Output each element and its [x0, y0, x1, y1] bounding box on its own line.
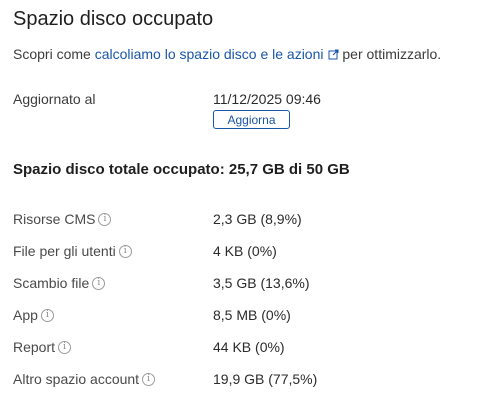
intro-after: per ottimizzarlo. — [338, 46, 442, 62]
usage-row-label: File per gli utenti i — [13, 243, 132, 259]
usage-row-label: Scambio file i — [13, 275, 106, 291]
docs-link-label: calcoliamo lo spazio disco e le azioni — [94, 46, 324, 62]
usage-row-value: 44 KB (0%) — [213, 339, 285, 355]
usage-row-value: 8,5 MB (0%) — [213, 307, 291, 323]
intro-before: Scopri come — [13, 46, 95, 62]
usage-row-value: 3,5 GB (13,6%) — [213, 275, 310, 291]
usage-row-label-text: Scambio file — [13, 275, 90, 291]
usage-row-value: 2,3 GB (8,9%) — [213, 211, 302, 227]
external-link-icon — [328, 47, 339, 63]
usage-row-label-text: File per gli utenti — [13, 243, 116, 259]
intro-text: Scopri come calcoliamo lo spazio disco e… — [13, 46, 441, 63]
info-icon[interactable]: i — [40, 308, 54, 322]
page-title: Spazio disco occupato — [13, 8, 214, 30]
refresh-button[interactable]: Aggiorna — [213, 110, 290, 129]
info-icon[interactable]: i — [142, 372, 156, 386]
usage-row-label: Risorse CMS i — [13, 211, 112, 227]
usage-row-label-text: App — [13, 307, 38, 323]
usage-list: Risorse CMS i 2,3 GB (8,9%) File per gli … — [13, 208, 463, 400]
usage-row-cms: Risorse CMS i 2,3 GB (8,9%) — [13, 208, 463, 240]
usage-row-label: Report i — [13, 339, 72, 355]
updated-value: 11/12/2025 09:46 — [213, 91, 321, 107]
usage-row-value: 4 KB (0%) — [213, 243, 277, 259]
usage-row-file-exchange: Scambio file i 3,5 GB (13,6%) — [13, 272, 463, 304]
info-icon[interactable]: i — [98, 212, 112, 226]
usage-row-label: Altro spazio account i — [13, 371, 156, 387]
usage-row-label-text: Report — [13, 339, 56, 355]
usage-row-app: App i 8,5 MB (0%) — [13, 304, 463, 336]
docs-link[interactable]: calcoliamo lo spazio disco e le azioni — [95, 46, 339, 62]
usage-row-label: App i — [13, 307, 54, 323]
usage-row-user-files: File per gli utenti i 4 KB (0%) — [13, 240, 463, 272]
updated-label: Aggiornato al — [13, 91, 96, 107]
usage-row-label-text: Risorse CMS — [13, 211, 96, 227]
info-icon[interactable]: i — [92, 276, 106, 290]
usage-row-other-account: Altro spazio account i 19,9 GB (77,5%) — [13, 368, 463, 400]
total-usage-heading: Spazio disco totale occupato: 25,7 GB di… — [13, 161, 350, 178]
info-icon[interactable]: i — [118, 244, 132, 258]
usage-row-value: 19,9 GB (77,5%) — [213, 371, 318, 387]
usage-row-report: Report i 44 KB (0%) — [13, 336, 463, 368]
usage-row-label-text: Altro spazio account — [13, 371, 140, 387]
info-icon[interactable]: i — [58, 340, 72, 354]
